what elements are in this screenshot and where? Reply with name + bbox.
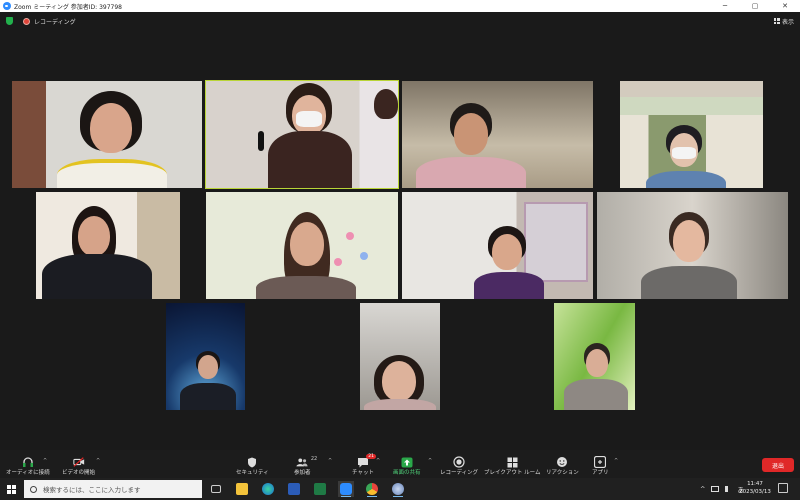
apps-icon bbox=[594, 456, 607, 468]
participants-label: 参加者 bbox=[294, 470, 311, 476]
headphones-icon bbox=[22, 456, 34, 468]
participants-button[interactable]: 22 参加者 bbox=[294, 456, 317, 476]
recording-dot-icon bbox=[23, 17, 30, 25]
share-screen-icon bbox=[401, 456, 413, 468]
shield-icon bbox=[246, 456, 258, 468]
video-button[interactable]: ビデオの開始 bbox=[62, 456, 95, 476]
windows-start-icon[interactable] bbox=[0, 478, 22, 500]
video-caret-icon[interactable]: ^ bbox=[96, 458, 100, 464]
audio-label: オーディオに接続 bbox=[6, 470, 50, 476]
chat-button[interactable]: 21 チャット bbox=[352, 454, 376, 476]
participant-count: 22 bbox=[310, 456, 318, 462]
excel-icon[interactable] bbox=[312, 481, 328, 497]
window-titlebar: Zoom ミーティング 参加者ID: 397798 ─ ▢ ✕ bbox=[0, 0, 800, 12]
meeting-header: レコーディング 表示 bbox=[0, 12, 800, 30]
taskbar-search-input[interactable]: 検索するには、ここに入力します bbox=[24, 480, 202, 498]
chat-icon: 21 bbox=[357, 454, 376, 468]
breakout-rooms-label: ブレイクアウト ルーム bbox=[484, 470, 541, 476]
search-icon bbox=[30, 485, 37, 493]
record-button[interactable]: レコーディング bbox=[440, 456, 478, 476]
video-tile[interactable] bbox=[360, 303, 440, 410]
apps-button[interactable]: アプリ bbox=[592, 456, 609, 476]
video-off-icon bbox=[72, 456, 85, 468]
clock-date: 2023/03/13 bbox=[739, 489, 771, 495]
app-icon[interactable] bbox=[390, 481, 406, 497]
security-shield-icon[interactable] bbox=[6, 17, 13, 25]
breakout-rooms-icon bbox=[506, 456, 518, 468]
leave-meeting-button[interactable]: 退出 bbox=[762, 458, 794, 472]
edge-browser-icon[interactable] bbox=[260, 481, 276, 497]
window-title: Zoom ミーティング 参加者ID: 397798 bbox=[14, 3, 122, 11]
participants-caret-icon[interactable]: ^ bbox=[328, 458, 332, 464]
share-screen-label: 画面の共有 bbox=[393, 470, 421, 476]
record-label: レコーディング bbox=[440, 470, 479, 476]
network-icon[interactable] bbox=[711, 486, 720, 492]
emoji-reaction-icon bbox=[556, 456, 568, 468]
chat-unread-badge: 21 bbox=[366, 454, 376, 459]
maximize-button[interactable]: ▢ bbox=[740, 0, 770, 12]
video-tile[interactable] bbox=[36, 192, 180, 299]
apps-caret-icon[interactable]: ^ bbox=[614, 458, 618, 464]
share-caret-icon[interactable]: ^ bbox=[428, 458, 432, 464]
tray-overflow-icon[interactable]: ^ bbox=[700, 485, 705, 493]
recording-label: レコーディング bbox=[34, 18, 76, 26]
record-icon bbox=[453, 456, 465, 468]
video-tile[interactable] bbox=[12, 81, 202, 188]
zoom-app-icon[interactable] bbox=[338, 481, 354, 497]
video-tile[interactable] bbox=[402, 81, 593, 188]
video-tile[interactable] bbox=[206, 192, 398, 299]
taskbar-clock[interactable]: 11:47 2023/03/13 bbox=[735, 480, 775, 496]
audio-caret-icon[interactable]: ^ bbox=[43, 458, 47, 464]
grid-view-icon bbox=[773, 18, 780, 24]
video-tile[interactable] bbox=[402, 192, 593, 299]
chat-caret-icon[interactable]: ^ bbox=[376, 458, 380, 464]
reactions-label: リアクション bbox=[546, 470, 579, 476]
apps-label: アプリ bbox=[592, 470, 609, 476]
file-explorer-icon[interactable] bbox=[234, 481, 250, 497]
chat-label: チャット bbox=[352, 470, 374, 476]
zoom-logo-icon bbox=[3, 2, 11, 10]
taskbar-search-placeholder: 検索するには、ここに入力します bbox=[43, 486, 141, 494]
video-tile[interactable] bbox=[597, 192, 788, 299]
security-label: セキュリティ bbox=[236, 470, 269, 476]
volume-icon[interactable] bbox=[725, 486, 731, 492]
reactions-button[interactable]: リアクション bbox=[546, 456, 579, 476]
task-view-icon[interactable] bbox=[208, 481, 224, 497]
view-label: 表示 bbox=[781, 18, 794, 26]
video-tile-active-speaker[interactable] bbox=[205, 80, 399, 189]
security-button[interactable]: セキュリティ bbox=[236, 456, 269, 476]
chrome-icon[interactable] bbox=[364, 481, 380, 497]
video-tile[interactable] bbox=[554, 303, 635, 410]
video-label: ビデオの開始 bbox=[62, 470, 96, 476]
participants-icon: 22 bbox=[296, 456, 317, 468]
clock-time: 11:47 bbox=[747, 481, 763, 487]
view-button[interactable]: 表示 bbox=[773, 17, 794, 26]
video-tile[interactable] bbox=[166, 303, 245, 410]
minimize-button[interactable]: ─ bbox=[710, 0, 740, 12]
word-icon[interactable] bbox=[286, 481, 302, 497]
breakout-rooms-button[interactable]: ブレイクアウト ルーム bbox=[484, 456, 540, 476]
notification-icon[interactable] bbox=[778, 483, 788, 493]
close-button[interactable]: ✕ bbox=[770, 0, 800, 12]
share-screen-button[interactable]: 画面の共有 bbox=[393, 456, 421, 476]
video-tile[interactable] bbox=[620, 81, 763, 188]
